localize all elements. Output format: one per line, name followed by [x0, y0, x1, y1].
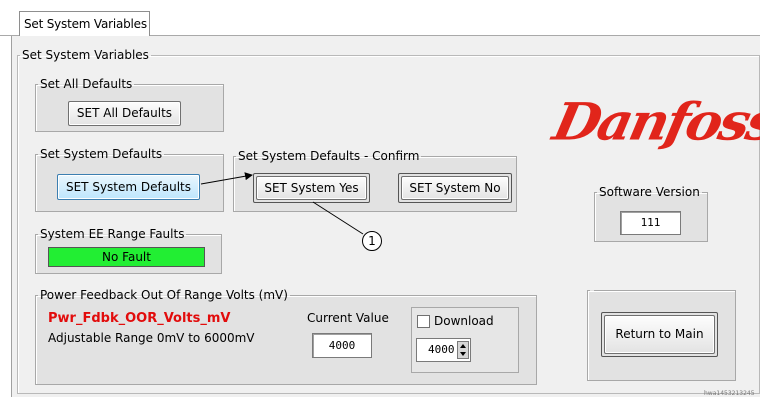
callout-leader-line [312, 201, 364, 235]
power-feedback-title: Power Feedback Out Of Range Volts (mV) [40, 288, 288, 302]
current-value-label: Current Value [307, 311, 389, 325]
current-value-field: 4000 [312, 333, 372, 358]
flow-arrow [200, 172, 253, 185]
download-value-stepper[interactable]: 4000 [416, 338, 471, 362]
danfoss-logo: Danfoss [548, 91, 760, 152]
software-version-field: 111 [620, 211, 681, 235]
variable-name-label: Pwr_Fdbk_OOR_Volts_mV [48, 311, 231, 326]
footer-image-id: hwa1453213245 [704, 390, 755, 397]
stepper-buttons[interactable] [457, 341, 469, 359]
ee-fault-status-indicator: No Fault [48, 247, 205, 267]
download-label: Download [434, 314, 494, 328]
download-value: 4000 [428, 343, 455, 356]
stepper-arrows-icon [460, 344, 466, 356]
software-version-title: Software Version [599, 185, 700, 199]
download-checkbox[interactable] [417, 315, 430, 328]
adjustable-range-label: Adjustable Range 0mV to 6000mV [48, 331, 255, 345]
callout-number-1: 1 [362, 231, 382, 251]
return-to-main-button[interactable]: Return to Main [604, 315, 715, 354]
ee-faults-title: System EE Range Faults [40, 227, 185, 241]
